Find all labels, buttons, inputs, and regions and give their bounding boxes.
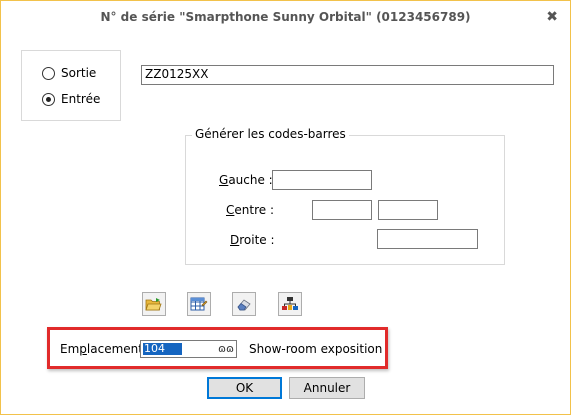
open-folder-icon: [145, 298, 162, 311]
radio-sortie-label: Sortie: [61, 66, 97, 80]
emplacement-input[interactable]: 104 ɷɷ: [140, 340, 237, 358]
emplacement-value: 104: [143, 343, 182, 355]
title-bar: N° de série "Smarpthone Sunny Orbital" (…: [1, 1, 570, 31]
cancel-button[interactable]: Annuler: [289, 377, 365, 399]
radio-entree[interactable]: Entrée: [42, 91, 100, 107]
gauche-label: Gauche :: [219, 173, 273, 187]
network-button[interactable]: [278, 292, 302, 316]
centre-input-1[interactable]: [312, 200, 372, 220]
serial-number-dialog: N° de série "Smarpthone Sunny Orbital" (…: [0, 0, 571, 415]
ok-button[interactable]: OK: [207, 377, 282, 399]
lookup-glasses-icon[interactable]: ɷɷ: [218, 342, 234, 355]
eraser-button[interactable]: [232, 292, 256, 316]
emplacement-label: Emplacement :: [60, 342, 151, 356]
eraser-icon: [237, 299, 251, 311]
radio-sortie[interactable]: Sortie: [42, 65, 96, 81]
radio-entree-control[interactable]: [42, 92, 55, 106]
radio-sortie-control[interactable]: [42, 66, 55, 80]
network-icon: [282, 297, 298, 310]
window-title: N° de série "Smarpthone Sunny Orbital" (…: [100, 10, 471, 24]
centre-input-2[interactable]: [378, 200, 438, 220]
serial-number-input[interactable]: ZZ0125XX: [141, 65, 554, 85]
centre-label: Centre :: [226, 203, 274, 217]
table-edit-button[interactable]: [187, 292, 211, 316]
radio-entree-label: Entrée: [61, 92, 101, 106]
barcode-group-legend: Générer les codes-barres: [192, 127, 349, 141]
table-edit-icon: [190, 297, 208, 311]
open-folder-button[interactable]: [142, 292, 166, 316]
droite-label: Droite :: [230, 233, 275, 247]
droite-input[interactable]: [377, 229, 478, 249]
emplacement-description: Show-room exposition: [249, 342, 383, 356]
gauche-input[interactable]: [272, 170, 372, 190]
direction-group: [21, 50, 121, 121]
close-icon[interactable]: ✖: [546, 9, 558, 25]
